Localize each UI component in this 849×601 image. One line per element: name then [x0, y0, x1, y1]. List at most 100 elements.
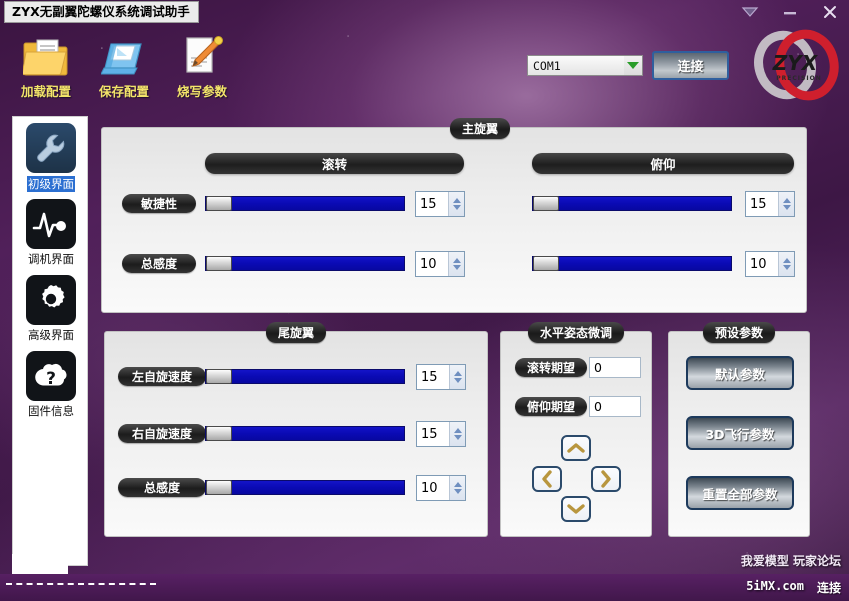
- roll-gain-spinner[interactable]: 10: [415, 251, 465, 277]
- roll-agility-label: 敏捷性: [122, 194, 196, 213]
- chevron-right-icon: [601, 470, 611, 488]
- sidebar-item-tuning[interactable]: 调机界面: [13, 193, 89, 269]
- roll-gain-label: 总感度: [122, 254, 196, 273]
- pitch-target-label: 俯仰期望: [515, 397, 587, 416]
- page-title: ZYX无副翼陀螺仪系统调试助手: [4, 1, 199, 23]
- roll-gain-slider[interactable]: [205, 256, 405, 271]
- connection-status-text: 连接: [816, 581, 841, 595]
- roll-gain-value: 10: [420, 256, 437, 272]
- slider-fill: [206, 481, 404, 494]
- sidebar-item-label: 初级界面: [27, 176, 75, 192]
- close-icon[interactable]: [819, 2, 841, 22]
- slider-fill: [206, 257, 404, 270]
- window-controls: [739, 2, 841, 22]
- slider-fill: [206, 427, 404, 440]
- trim-title: 水平姿态微调: [527, 322, 625, 343]
- load-config-button[interactable]: 加载配置: [8, 32, 84, 100]
- roll-target-input[interactable]: 0: [589, 357, 641, 378]
- pitch-gain-value: 10: [750, 256, 767, 272]
- load-config-label: 加载配置: [20, 84, 71, 99]
- tail-right-speed-value: 15: [421, 426, 438, 442]
- slider-fill: [206, 370, 404, 383]
- slider-fill: [533, 257, 731, 270]
- roll-agility-value: 15: [420, 196, 437, 212]
- trim-left-button[interactable]: [532, 466, 562, 492]
- presets-panel: 预设参数 默认参数 3D飞行参数 重置全部参数: [668, 322, 810, 537]
- tail-left-speed-slider[interactable]: [205, 369, 405, 384]
- reset-all-params-button[interactable]: 重置全部参数: [686, 476, 794, 510]
- tail-gain-spinner[interactable]: 10: [416, 475, 466, 501]
- trim-up-button[interactable]: [561, 435, 591, 461]
- spinner-arrows[interactable]: [448, 252, 464, 276]
- slider-thumb[interactable]: [206, 369, 232, 384]
- slider-thumb[interactable]: [206, 256, 232, 271]
- tail-right-speed-slider[interactable]: [205, 426, 405, 441]
- sidebar-item-advanced[interactable]: 高级界面: [13, 269, 89, 345]
- spinner-arrows[interactable]: [449, 476, 465, 500]
- pitch-agility-slider[interactable]: [532, 196, 732, 211]
- chevron-down-icon: [567, 504, 585, 514]
- tail-right-speed-label: 右自旋速度: [118, 424, 206, 443]
- sidebar-item-label: 固件信息: [28, 404, 74, 418]
- tail-gain-slider[interactable]: [205, 480, 405, 495]
- spinner-arrows[interactable]: [449, 365, 465, 389]
- gear-icon: [26, 275, 76, 325]
- pitch-agility-value: 15: [750, 196, 767, 212]
- tail-gain-value: 10: [421, 480, 438, 496]
- status-progress-dashes: [6, 583, 156, 585]
- main-rotor-panel: 主旋翼 滚转 敏捷性 15 总感度 10 俯仰 15 10: [101, 118, 807, 313]
- roll-agility-spinner[interactable]: 15: [415, 191, 465, 217]
- slider-thumb[interactable]: [533, 256, 559, 271]
- tail-left-speed-spinner[interactable]: 15: [416, 364, 466, 390]
- pitch-gain-slider[interactable]: [532, 256, 732, 271]
- roll-section-header: 滚转: [205, 153, 464, 174]
- burn-params-icon: [164, 32, 240, 78]
- burn-params-label: 烧写参数: [176, 84, 227, 99]
- wrench-icon: [26, 123, 76, 173]
- white-chip-decoration: [12, 554, 68, 574]
- slider-thumb[interactable]: [206, 480, 232, 495]
- pitch-agility-spinner[interactable]: 15: [745, 191, 795, 217]
- tail-left-speed-value: 15: [421, 369, 438, 385]
- sidebar-item-firmware[interactable]: ? 固件信息: [13, 345, 89, 421]
- trim-right-button[interactable]: [591, 466, 621, 492]
- spinner-arrows[interactable]: [778, 252, 794, 276]
- trim-down-button[interactable]: [561, 496, 591, 522]
- main-rotor-title: 主旋翼: [449, 118, 510, 139]
- default-params-button[interactable]: 默认参数: [686, 356, 794, 390]
- slider-fill: [206, 197, 404, 210]
- status-bar: 连接: [0, 574, 849, 601]
- roll-agility-slider[interactable]: [205, 196, 405, 211]
- slider-thumb[interactable]: [206, 426, 232, 441]
- save-config-icon: [86, 32, 162, 78]
- chevron-down-icon[interactable]: [739, 2, 761, 22]
- sidebar-item-primary[interactable]: 初级界面: [13, 117, 89, 193]
- pitch-gain-spinner[interactable]: 10: [745, 251, 795, 277]
- sidebar-item-label: 调机界面: [28, 252, 74, 266]
- spinner-arrows[interactable]: [778, 192, 794, 216]
- save-config-label: 保存配置: [98, 84, 149, 99]
- flight-3d-params-button[interactable]: 3D飞行参数: [686, 416, 794, 450]
- burn-params-button[interactable]: 烧写参数: [164, 32, 240, 100]
- slider-fill: [533, 197, 731, 210]
- tail-right-speed-spinner[interactable]: 15: [416, 421, 466, 447]
- forum-watermark-line1: 我爱模型 玩家论坛: [740, 554, 841, 568]
- toolbar: 加载配置 保存配置 烧写参数: [0, 28, 849, 110]
- title-bar: ZYX无副翼陀螺仪系统调试助手: [0, 0, 849, 28]
- spinner-arrows[interactable]: [448, 192, 464, 216]
- save-config-button[interactable]: 保存配置: [86, 32, 162, 100]
- tail-left-speed-label: 左自旋速度: [118, 367, 206, 386]
- pitch-target-input[interactable]: 0: [589, 396, 641, 417]
- tail-gain-label: 总感度: [118, 478, 206, 497]
- svg-text:?: ?: [46, 369, 56, 389]
- spinner-arrows[interactable]: [449, 422, 465, 446]
- minimize-icon[interactable]: [779, 2, 801, 22]
- slider-thumb[interactable]: [533, 196, 559, 211]
- slider-thumb[interactable]: [206, 196, 232, 211]
- chevron-up-icon: [567, 443, 585, 453]
- forum-watermark-line2: 5iMX.com: [746, 579, 804, 593]
- question-cloud-icon: ?: [26, 351, 76, 401]
- tail-rotor-panel: 尾旋翼 左自旋速度 15 右自旋速度 15 总感度 10: [104, 322, 488, 537]
- waveform-icon: [26, 199, 76, 249]
- sidebar-item-label: 高级界面: [28, 328, 74, 342]
